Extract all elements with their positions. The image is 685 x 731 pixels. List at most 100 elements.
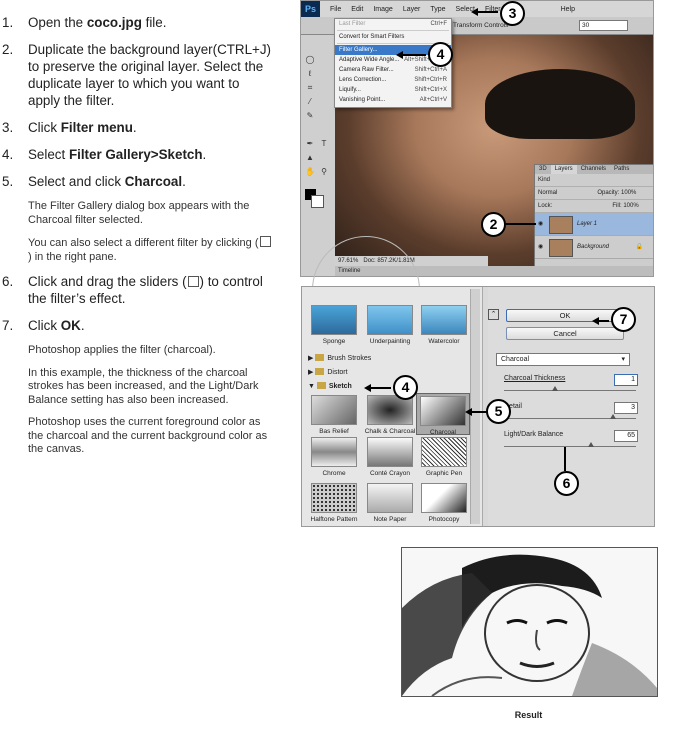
- layer-name: Background: [577, 244, 610, 250]
- filter-browser: Sponge Underpainting Watercolor ▶ Brush …: [302, 287, 483, 526]
- filter-thumb-halftone[interactable]: Halftone Pattern: [308, 483, 360, 523]
- menu-edit[interactable]: Edit: [351, 6, 363, 13]
- thickness-slider-track[interactable]: [504, 390, 636, 391]
- charcoal-portrait-illustration: [402, 548, 657, 696]
- thumbnail-image: [367, 437, 413, 467]
- kind-filter[interactable]: Kind: [535, 174, 653, 187]
- menu-item-lens-correction[interactable]: Lens Correction... Shift+Ctrl+R: [335, 75, 451, 85]
- callout-arrowhead: [471, 8, 478, 16]
- tab-layers[interactable]: Layers: [550, 165, 577, 174]
- type-tool-icon[interactable]: T: [319, 139, 329, 149]
- brush-tool-icon[interactable]: ✎: [305, 111, 315, 121]
- background-color-swatch[interactable]: [311, 195, 324, 208]
- layer-thumbnail: [549, 239, 573, 257]
- filter-thumb-photocopy[interactable]: Photocopy: [418, 483, 470, 523]
- note: The Filter Gallery dialog box appears wi…: [28, 200, 250, 226]
- param-label-light-dark: Light/Dark Balance: [504, 431, 564, 438]
- menu-item-vanishing-point[interactable]: Vanishing Point... Alt+Ctrl+V: [335, 95, 451, 105]
- filter-thumb-chrome[interactable]: Chrome: [308, 437, 360, 477]
- thumbnail-image: [421, 483, 467, 513]
- pen-tool-icon[interactable]: ✒: [305, 139, 315, 149]
- step-text: Open the: [28, 15, 87, 30]
- detail-slider-knob[interactable]: [610, 414, 616, 419]
- menu-image[interactable]: Image: [373, 6, 392, 13]
- tab-3d[interactable]: 3D: [535, 165, 551, 174]
- options-field[interactable]: 30: [579, 20, 628, 31]
- thumb-label: Charcoal: [429, 429, 456, 436]
- lasso-tool-icon[interactable]: ℓ: [305, 69, 315, 79]
- portrait-hair: [485, 69, 635, 139]
- menu-item-liquify[interactable]: Liquify... Shift+Ctrl+X: [335, 85, 451, 95]
- menu-item-convert-smart-filters[interactable]: Convert for Smart Filters: [335, 32, 451, 42]
- light-dark-slider-track[interactable]: [504, 446, 636, 447]
- thumbnail-image: [311, 437, 357, 467]
- filter-thumb-bas-relief[interactable]: Bas Relief: [308, 395, 360, 435]
- callout-4: 4: [428, 42, 453, 67]
- fill-field[interactable]: Fill: 100%: [612, 203, 638, 209]
- menu-item-camera-raw[interactable]: Camera Raw Filter... Shift+Ctrl+A: [335, 65, 451, 75]
- callout-arrowhead: [592, 317, 599, 325]
- layer-item-background[interactable]: ◉ Background 🔒: [535, 236, 653, 259]
- opacity-field[interactable]: Opacity: 100%: [597, 190, 636, 196]
- thumbnail-image: [311, 305, 357, 335]
- step-number: 6.: [2, 274, 14, 289]
- callout-arrowhead: [465, 408, 472, 416]
- filter-thumb-note-paper[interactable]: Note Paper: [364, 483, 416, 523]
- kind-label: Kind: [538, 177, 551, 183]
- menu-item-shortcut: Ctrl+F: [430, 21, 448, 27]
- folder-sketch[interactable]: ▼ Sketch: [308, 381, 352, 392]
- thickness-input[interactable]: 1: [614, 374, 638, 386]
- folder-distort[interactable]: ▶ Distort: [308, 367, 348, 378]
- cancel-button[interactable]: Cancel: [506, 327, 624, 340]
- step-1: 1. Open the coco.jpg file.: [2, 14, 272, 31]
- callout-arrowhead: [396, 51, 403, 59]
- light-dark-slider-knob[interactable]: [588, 442, 594, 447]
- thickness-slider-knob[interactable]: [552, 386, 558, 391]
- thumbnail-image: [311, 395, 357, 425]
- blend-mode-select[interactable]: Normal: [538, 190, 557, 196]
- thumbnail-image: [421, 305, 467, 335]
- filter-thumb-underpainting[interactable]: Underpainting: [364, 305, 416, 345]
- folder-label: Distort: [327, 369, 348, 376]
- menu-item-label: Liquify...: [339, 87, 361, 93]
- photoshop-logo: Ps: [301, 1, 321, 17]
- filter-thumb-chalk-charcoal[interactable]: Chalk & Charcoal: [364, 395, 416, 435]
- eyedropper-tool-icon[interactable]: ⁄: [305, 97, 315, 107]
- crop-tool-icon[interactable]: ⌗: [305, 83, 315, 93]
- result-image: [401, 547, 658, 697]
- step-number: 1.: [2, 15, 14, 30]
- filter-thumb-conte-crayon[interactable]: Conté Crayon: [364, 437, 416, 477]
- light-dark-input[interactable]: 65: [614, 430, 638, 442]
- menu-file[interactable]: File: [330, 6, 341, 13]
- layer-name: Layer 1: [577, 221, 598, 227]
- marquee-tool-icon[interactable]: ◯: [305, 55, 315, 65]
- menu-item-label: Camera Raw Filter...: [339, 67, 394, 73]
- folder-brush-strokes[interactable]: ▶ Brush Strokes: [308, 353, 371, 364]
- detail-slider-track[interactable]: [504, 418, 636, 419]
- menu-item-last-filter[interactable]: Last Filter Ctrl+F: [335, 19, 451, 29]
- menu-layer[interactable]: Layer: [403, 6, 421, 13]
- visibility-eye-icon[interactable]: ◉: [538, 213, 543, 235]
- filter-thumb-charcoal[interactable]: Charcoal: [416, 393, 470, 436]
- filter-thumb-sponge[interactable]: Sponge: [308, 305, 360, 345]
- menu-type[interactable]: Type: [430, 6, 445, 13]
- detail-input[interactable]: 3: [614, 402, 638, 414]
- collapse-pane-icon[interactable]: ⌃: [488, 309, 499, 320]
- path-select-tool-icon[interactable]: ▲: [305, 153, 315, 163]
- step-number: 7.: [2, 318, 14, 333]
- filter-select[interactable]: Charcoal: [496, 353, 630, 366]
- layer-item-layer-1[interactable]: ◉ Layer 1: [535, 213, 653, 236]
- tab-paths[interactable]: Paths: [610, 165, 633, 174]
- filter-thumb-graphic-pen[interactable]: Graphic Pen: [418, 437, 470, 477]
- tab-channels[interactable]: Channels: [577, 165, 610, 174]
- step-text: Click: [28, 120, 61, 135]
- hand-tool-icon[interactable]: ✋: [305, 167, 315, 177]
- filter-thumb-watercolor[interactable]: Watercolor: [418, 305, 470, 345]
- zoom-tool-icon[interactable]: ⚲: [319, 167, 329, 177]
- visibility-eye-icon[interactable]: ◉: [538, 236, 543, 258]
- menu-item-label: Adaptive Wide Angle...: [339, 57, 400, 63]
- tools-panel: ◯ ℓ ⌗ ⁄ ✎ ✒ T ▲ ✋ ⚲: [301, 35, 336, 276]
- step-text: .: [182, 174, 186, 189]
- menu-help[interactable]: Help: [561, 6, 575, 13]
- scrollbar[interactable]: [470, 289, 480, 524]
